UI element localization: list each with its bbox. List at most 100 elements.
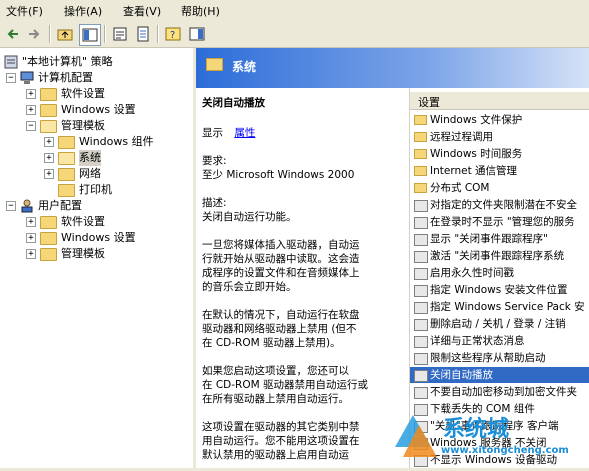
collapse-icon[interactable]: −: [6, 201, 16, 211]
policy-setting-icon: [414, 285, 428, 297]
properties-icon[interactable]: [110, 24, 130, 44]
tree-cc-admin-label: 管理模板: [61, 119, 105, 132]
list-setting-row[interactable]: 启用永久性时间戳: [410, 265, 589, 281]
list-row-label: 在登录时不显示 "管理您的服务: [430, 216, 575, 228]
list-setting-row[interactable]: 显示 "关闭事件跟踪程序": [410, 231, 589, 247]
folder-icon: [40, 248, 57, 261]
folder-icon: [58, 136, 75, 149]
tree-root-label: "本地计算机" 策略: [22, 55, 113, 68]
folder-icon: [414, 183, 427, 193]
description-line: 在默认的情况下，自动运行在软盘: [202, 309, 360, 321]
list-setting-row[interactable]: 关闭自动播放: [410, 367, 589, 383]
column-header-setting[interactable]: 设置: [410, 92, 589, 110]
list-setting-row[interactable]: 指定 Windows 安装文件位置: [410, 282, 589, 298]
list-row-label: 详细与正常状态消息: [430, 335, 525, 347]
tree-uc-software-label: 软件设置: [61, 215, 105, 228]
list-row-label: 指定 Windows 安装文件位置: [430, 284, 568, 296]
menu-action[interactable]: 操作(A): [64, 3, 102, 19]
list-setting-row[interactable]: 对指定的文件夹限制潜在不安全: [410, 197, 589, 213]
show-hide-action-pane-icon[interactable]: [187, 24, 207, 44]
open-folder-icon: [58, 152, 75, 165]
list-setting-row[interactable]: 不要自动加密移动到加密文件夹: [410, 384, 589, 400]
show-label: 显示: [202, 127, 223, 139]
watermark-brand: 系统城: [443, 417, 510, 442]
section-header: 系统: [196, 48, 589, 88]
list-row-label: Windows 文件保护: [430, 114, 523, 126]
tree-cc-admin-printers-label: 打印机: [79, 183, 112, 196]
description-line: 在所有驱动器上禁用自动运行。: [202, 393, 349, 405]
list-folder-row[interactable]: Windows 文件保护: [410, 112, 589, 128]
expand-icon[interactable]: +: [26, 249, 36, 259]
watermark: 系统城 www.xitongcheng.com: [395, 405, 589, 468]
policy-tree: "本地计算机" 策略 − 计算机配置 + 软件设置 + Windows 设置 −…: [0, 48, 196, 468]
description-line: 驱动器和网络驱动器上禁用 (但不: [202, 323, 357, 335]
list-folder-row[interactable]: Internet 通信管理: [410, 163, 589, 179]
tree-cc-admin-network-label: 网络: [79, 167, 101, 180]
expand-icon[interactable]: +: [44, 169, 54, 179]
list-row-label: Internet 通信管理: [430, 165, 518, 177]
list-row-label: 删除启动 / 关机 / 登录 / 注销: [430, 318, 566, 330]
toolbar: ?: [0, 21, 589, 48]
description-line: 这项设置在驱动器的其它类别中禁: [202, 421, 360, 433]
show-hide-tree-icon[interactable]: [79, 24, 101, 46]
description-line: 用自动运行。您不能用这项设置在: [202, 435, 360, 447]
list-setting-row[interactable]: 在登录时不显示 "管理您的服务: [410, 214, 589, 230]
expand-icon[interactable]: +: [26, 89, 36, 99]
list-row-label: 关闭自动播放: [430, 369, 493, 381]
tree-cc-windows-label: Windows 设置: [61, 103, 136, 116]
description-line: 在 CD-ROM 驱动器上禁用)。: [202, 337, 341, 349]
list-row-label: 指定 Windows Service Pack 安: [430, 301, 585, 313]
folder-icon: [58, 168, 75, 181]
folder-icon: [414, 132, 427, 142]
menu-file[interactable]: 文件(F): [6, 3, 43, 19]
back-arrow-icon[interactable]: [3, 24, 23, 44]
list-folder-row[interactable]: 远程过程调用: [410, 129, 589, 145]
menu-view[interactable]: 查看(V): [123, 3, 161, 19]
list-setting-row[interactable]: 激活 "关闭事件跟踪程序系统: [410, 248, 589, 264]
folder-icon: [414, 166, 427, 176]
policy-setting-icon: [414, 217, 428, 229]
list-setting-row[interactable]: 限制这些程序从帮助启动: [410, 350, 589, 366]
expand-icon[interactable]: +: [44, 137, 54, 147]
tree-computer-config-label: 计算机配置: [38, 71, 93, 84]
tree-user-config-label: 用户配置: [38, 199, 82, 212]
properties-link[interactable]: 属性: [234, 127, 255, 139]
list-row-label: Windows 时间服务: [430, 148, 523, 160]
policy-setting-icon: [414, 200, 428, 212]
description-label: 描述:: [202, 197, 227, 209]
list-row-label: 远程过程调用: [430, 131, 493, 143]
folder-icon: [414, 115, 427, 125]
collapse-icon[interactable]: −: [6, 73, 16, 83]
export-list-icon[interactable]: [133, 24, 153, 44]
help-icon[interactable]: ?: [163, 24, 183, 44]
folder-icon: [58, 184, 75, 197]
list-row-label: 显示 "关闭事件跟踪程序": [430, 233, 548, 245]
description-line: 的音乐会立即开始。: [202, 281, 297, 293]
list-row-label: 不要自动加密移动到加密文件夹: [430, 386, 577, 398]
expand-icon[interactable]: +: [26, 233, 36, 243]
list-folder-row[interactable]: Windows 时间服务: [410, 146, 589, 162]
expand-icon[interactable]: +: [44, 153, 54, 163]
up-folder-icon[interactable]: [55, 24, 75, 44]
tree-uc-admin-label: 管理模板: [61, 247, 105, 260]
description-line: 默认禁用的驱动器上启用自动运: [202, 449, 349, 461]
computer-icon: [20, 71, 34, 84]
open-folder-icon: [40, 120, 57, 133]
list-folder-row[interactable]: 分布式 COM: [410, 180, 589, 196]
expand-icon[interactable]: +: [26, 217, 36, 227]
svg-text:?: ?: [170, 30, 175, 41]
list-setting-row[interactable]: 详细与正常状态消息: [410, 333, 589, 349]
expand-icon[interactable]: +: [26, 105, 36, 115]
list-setting-row[interactable]: 指定 Windows Service Pack 安: [410, 299, 589, 315]
policy-setting-icon: [414, 234, 428, 246]
folder-icon: [206, 58, 223, 71]
policy-setting-icon: [414, 370, 428, 382]
menu-help[interactable]: 帮助(H): [181, 3, 220, 19]
policy-setting-icon: [414, 251, 428, 263]
list-setting-row[interactable]: 删除启动 / 关机 / 登录 / 注销: [410, 316, 589, 332]
folder-icon: [40, 104, 57, 117]
folder-icon: [40, 88, 57, 101]
tree-uc-windows-label: Windows 设置: [61, 231, 136, 244]
collapse-icon[interactable]: −: [26, 121, 36, 131]
forward-arrow-icon[interactable]: [24, 24, 44, 44]
